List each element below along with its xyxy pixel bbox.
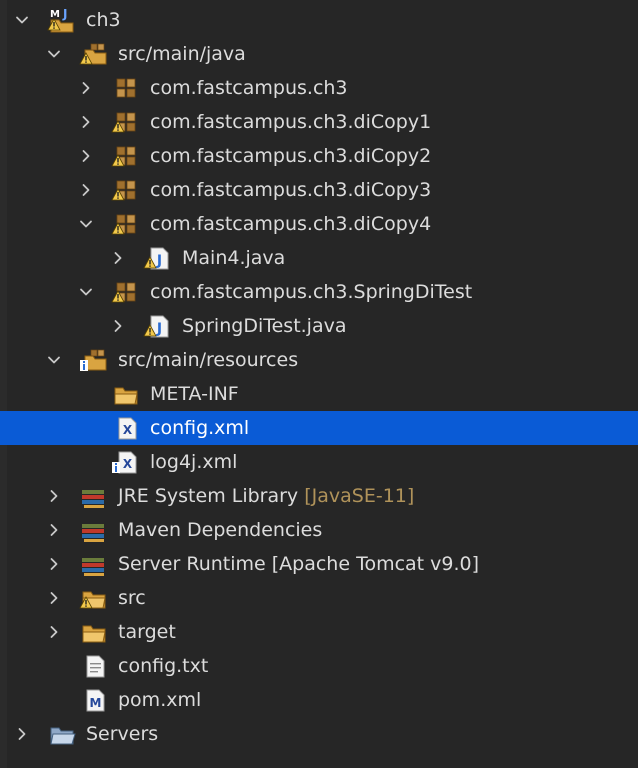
tree-item-label: Servers [86,723,159,745]
xml-file-info-icon: X [112,450,139,474]
tree-item[interactable]: com.fastcampus.ch3.SpringDiTest [0,275,638,309]
project-explorer-tree: M Jch3 src/main/java com.fastcampus.ch3 com.… [0,0,638,768]
tree-item[interactable]: J SpringDiTest.java [0,309,638,343]
tree-item[interactable]: config.txt [0,649,638,683]
folder-icon [113,382,139,406]
tree-item-label: log4j.xml [150,451,238,473]
tree-item-label: src/main/resources [118,349,299,371]
package-warning-icon [111,212,139,236]
tree-item[interactable]: M Jch3 [0,3,638,37]
library-icon [81,518,107,542]
chevron-right-icon[interactable] [44,615,64,649]
source-folder-icon [79,42,107,66]
package-warning-icon [111,144,139,168]
chevron-down-icon[interactable] [12,3,32,37]
package-warning-icon [111,280,139,304]
servers-folder-icon [49,722,76,746]
svg-text:X: X [123,457,133,471]
tree-item[interactable]: Server Runtime [Apache Tomcat v9.0] [0,547,638,581]
tree-item-label: pom.xml [118,689,202,711]
tree-item[interactable]: JRE System Library [JavaSE-11] [0,479,638,513]
maven-pom-icon: M [81,688,107,712]
tree-item[interactable]: com.fastcampus.ch3.diCopy3 [0,173,638,207]
tree-item-label: ch3 [86,9,121,31]
tree-item-label: Main4.java [182,247,286,269]
svg-text:X: X [123,423,133,437]
text-file-icon [81,654,107,678]
tree-item-label: target [118,621,176,643]
tree-item-label: src [118,587,146,609]
tree-item-label: SpringDiTest.java [182,315,347,337]
tree-item-label: config.txt [118,655,209,677]
tree-item-label: com.fastcampus.ch3.diCopy2 [150,145,432,167]
tree-item-label: Server Runtime [Apache Tomcat v9.0] [118,553,480,575]
chevron-down-icon[interactable] [44,343,64,377]
folder-warning-icon [79,586,107,610]
tree-item[interactable]: src/main/resources [0,343,638,377]
chevron-right-icon[interactable] [44,581,64,615]
resource-folder-icon [80,348,107,372]
chevron-down-icon[interactable] [76,275,96,309]
tree-item-label: src/main/java [118,43,246,65]
java-file-warning-icon: J [143,246,171,270]
tree-item-label: Maven Dependencies [118,519,323,541]
chevron-down-icon[interactable] [44,37,64,71]
chevron-right-icon[interactable] [108,241,128,275]
tree-item-label: config.xml [150,417,250,439]
tree-item[interactable]: Xlog4j.xml [0,445,638,479]
tree-item-label: com.fastcampus.ch3.SpringDiTest [150,281,473,303]
tree-item[interactable]: com.fastcampus.ch3.diCopy2 [0,139,638,173]
package-warning-icon [111,110,139,134]
chevron-right-icon[interactable] [108,309,128,343]
tree-item[interactable]: com.fastcampus.ch3.diCopy4 [0,207,638,241]
library-icon [81,484,107,508]
chevron-right-icon[interactable] [76,105,96,139]
folder-icon [81,620,107,644]
svg-text:M: M [90,696,102,710]
tree-item[interactable]: com.fastcampus.ch3 [0,71,638,105]
chevron-right-icon[interactable] [76,71,96,105]
chevron-down-icon[interactable] [76,207,96,241]
package-icon [113,76,139,100]
tree-item[interactable]: Maven Dependencies [0,513,638,547]
tree-item-label: JRE System Library [JavaSE-11] [118,485,415,507]
chevron-right-icon[interactable] [44,479,64,513]
tree-item-label: com.fastcampus.ch3 [150,77,348,99]
tree-item-decoration: [JavaSE-11] [298,485,415,507]
tree-item[interactable]: Mpom.xml [0,683,638,717]
tree-item[interactable]: target [0,615,638,649]
tree-item-label: META-INF [150,383,239,405]
tree-item[interactable]: com.fastcampus.ch3.diCopy1 [0,105,638,139]
tree-item-label: com.fastcampus.ch3.diCopy3 [150,179,432,201]
maven-java-project-icon: MJ [47,7,75,33]
package-warning-icon [111,178,139,202]
chevron-right-icon[interactable] [44,513,64,547]
svg-text:M: M [50,9,60,20]
library-icon [81,552,107,576]
tree-item[interactable]: src [0,581,638,615]
chevron-right-icon[interactable] [44,547,64,581]
svg-text:J: J [156,253,162,269]
chevron-right-icon[interactable] [76,139,96,173]
tree-item[interactable]: J Main4.java [0,241,638,275]
chevron-right-icon[interactable] [76,173,96,207]
tree-item[interactable]: META-INF [0,377,638,411]
chevron-right-icon[interactable] [12,717,32,751]
svg-text:J: J [156,321,162,337]
tree-item[interactable]: Xconfig.xml [0,411,638,445]
tree-item-label: com.fastcampus.ch3.diCopy4 [150,213,432,235]
xml-file-icon: X [113,416,139,440]
java-file-warning-icon: J [143,314,171,338]
svg-text:J: J [62,7,67,21]
tree-item-label: com.fastcampus.ch3.diCopy1 [150,111,432,133]
tree-item[interactable]: Servers [0,717,638,751]
tree-item[interactable]: src/main/java [0,37,638,71]
